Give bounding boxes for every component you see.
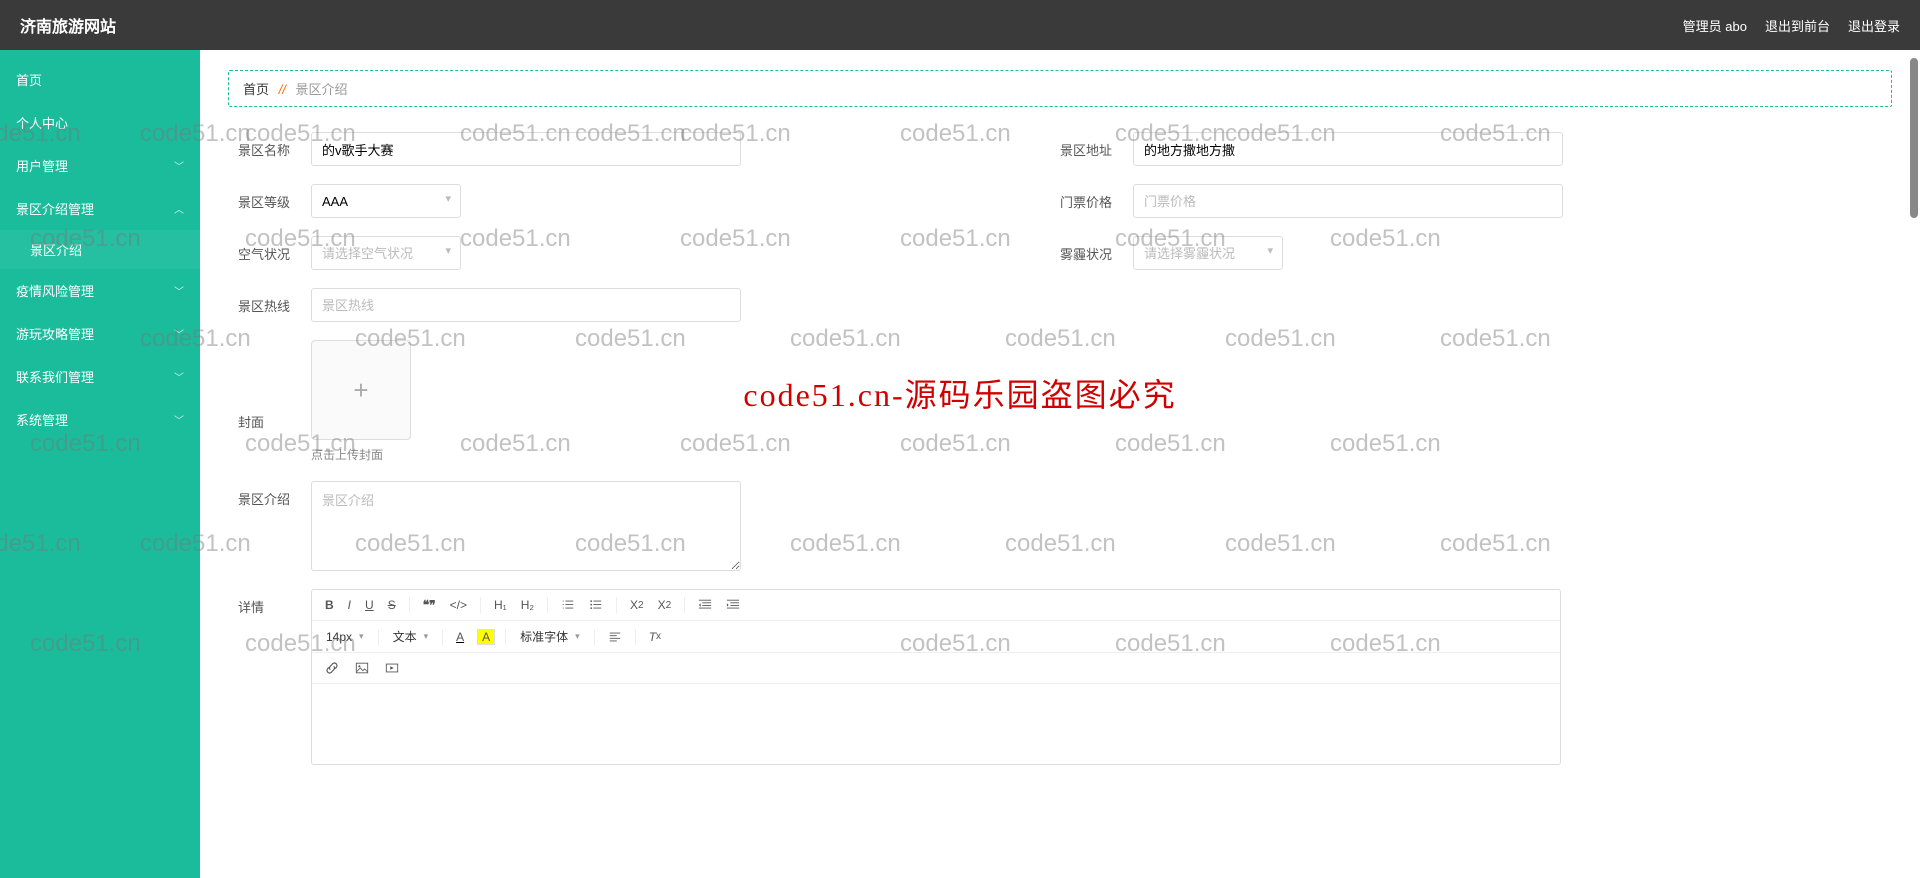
quote-button[interactable]: ❝❞ bbox=[420, 596, 439, 614]
sidebar-item-label: 用户管理 bbox=[16, 156, 68, 175]
sidebar-item-label: 景区介绍管理 bbox=[16, 199, 94, 218]
chevron-down-icon: ﹀ bbox=[174, 326, 184, 341]
indent-increase-button[interactable] bbox=[723, 596, 743, 614]
air-status-select[interactable] bbox=[311, 236, 461, 270]
image-button[interactable] bbox=[352, 659, 372, 677]
cover-upload-box[interactable]: + bbox=[311, 340, 411, 440]
page-scrollbar[interactable] bbox=[1908, 58, 1920, 878]
text-color-button[interactable]: A bbox=[453, 628, 467, 646]
breadcrumb: 首页 // 景区介绍 bbox=[228, 70, 1892, 107]
breadcrumb-current: 景区介绍 bbox=[296, 82, 348, 97]
haze-status-select[interactable] bbox=[1133, 236, 1283, 270]
font-family-select[interactable]: 标准字体 bbox=[516, 627, 584, 646]
sidebar-item-label: 个人中心 bbox=[16, 113, 68, 132]
underline-button[interactable]: U bbox=[362, 596, 377, 614]
sidebar-item-profile[interactable]: 个人中心 bbox=[0, 101, 200, 144]
label-scenic-address: 景区地址 bbox=[1060, 132, 1125, 159]
admin-label[interactable]: 管理员 abo bbox=[1683, 16, 1747, 35]
font-size-select[interactable]: 14px bbox=[322, 629, 368, 645]
italic-button[interactable]: I bbox=[345, 596, 354, 614]
bold-button[interactable]: B bbox=[322, 596, 337, 614]
label-scenic-level: 景区等级 bbox=[238, 184, 303, 211]
label-intro: 景区介绍 bbox=[238, 481, 303, 508]
sidebar-item-home[interactable]: 首页 bbox=[0, 58, 200, 101]
chevron-down-icon: ﹀ bbox=[174, 412, 184, 427]
sidebar-item-label: 联系我们管理 bbox=[16, 367, 94, 386]
sidebar-item-label: 首页 bbox=[16, 70, 42, 89]
sidebar-sub-scenic-intro[interactable]: 景区介绍 bbox=[0, 230, 200, 269]
editor-toolbar: B I U S ❝❞ </> bbox=[312, 590, 1560, 621]
block-format-select[interactable]: 文本 bbox=[389, 627, 433, 646]
sidebar-sub-label: 景区介绍 bbox=[30, 243, 82, 258]
video-button[interactable] bbox=[382, 659, 402, 677]
label-air-status: 空气状况 bbox=[238, 236, 303, 263]
intro-textarea[interactable] bbox=[311, 481, 741, 571]
scenic-level-select[interactable] bbox=[311, 184, 461, 218]
chevron-down-icon: ﹀ bbox=[174, 158, 184, 173]
editor-toolbar-2: 14px 文本 A A 标准字体 bbox=[312, 621, 1560, 653]
editor-toolbar-3 bbox=[312, 653, 1560, 684]
back-to-front-button[interactable]: 退出到前台 bbox=[1765, 16, 1830, 35]
chevron-down-icon: ﹀ bbox=[174, 369, 184, 384]
strike-button[interactable]: S bbox=[385, 596, 399, 614]
sidebar-item-users[interactable]: 用户管理 ﹀ bbox=[0, 144, 200, 187]
sidebar-item-contact[interactable]: 联系我们管理 ﹀ bbox=[0, 355, 200, 398]
main-content: 首页 // 景区介绍 景区名称 景区地址 景区等级 bbox=[200, 50, 1920, 878]
label-haze-status: 雾霾状况 bbox=[1060, 236, 1125, 263]
clear-format-button[interactable]: Tx bbox=[646, 628, 664, 646]
label-detail: 详情 bbox=[238, 589, 303, 616]
chevron-up-icon: ︿ bbox=[174, 201, 184, 216]
bg-color-button[interactable]: A bbox=[477, 629, 495, 645]
subscript-button[interactable]: X2 bbox=[627, 596, 647, 614]
breadcrumb-home[interactable]: 首页 bbox=[243, 82, 269, 97]
rich-text-editor: B I U S ❝❞ </> bbox=[311, 589, 1561, 765]
site-title: 济南旅游网站 bbox=[20, 13, 116, 37]
align-button[interactable] bbox=[605, 628, 625, 646]
label-hotline: 景区热线 bbox=[238, 288, 303, 315]
breadcrumb-sep: // bbox=[279, 82, 286, 97]
top-header: 济南旅游网站 管理员 abo 退出到前台 退出登录 bbox=[0, 0, 1920, 50]
cover-upload-hint: 点击上传封面 bbox=[311, 446, 411, 463]
indent-decrease-button[interactable] bbox=[695, 596, 715, 614]
ticket-price-input[interactable] bbox=[1133, 184, 1563, 218]
chevron-down-icon: ﹀ bbox=[174, 283, 184, 298]
sidebar-item-scenic[interactable]: 景区介绍管理 ︿ bbox=[0, 187, 200, 230]
label-cover: 封面 bbox=[238, 372, 303, 431]
sidebar-item-label: 疫情风险管理 bbox=[16, 281, 94, 300]
sidebar: 首页 个人中心 用户管理 ﹀ 景区介绍管理 ︿ 景区介绍 疫情风险管理 ﹀ 游玩… bbox=[0, 50, 200, 878]
bullet-list-button[interactable] bbox=[586, 596, 606, 614]
editor-content[interactable] bbox=[312, 684, 1560, 764]
label-ticket-price: 门票价格 bbox=[1060, 184, 1125, 211]
label-scenic-name: 景区名称 bbox=[238, 132, 303, 159]
link-button[interactable] bbox=[322, 659, 342, 677]
scenic-address-input[interactable] bbox=[1133, 132, 1563, 166]
scenic-name-input[interactable] bbox=[311, 132, 741, 166]
sidebar-item-label: 系统管理 bbox=[16, 410, 68, 429]
logout-button[interactable]: 退出登录 bbox=[1848, 16, 1900, 35]
ordered-list-button[interactable] bbox=[558, 596, 578, 614]
form-body: 景区名称 景区地址 景区等级 门票价格 bbox=[228, 107, 1892, 808]
scrollbar-thumb[interactable] bbox=[1910, 58, 1918, 218]
sidebar-item-guide[interactable]: 游玩攻略管理 ﹀ bbox=[0, 312, 200, 355]
h1-button[interactable]: H₁ bbox=[491, 596, 510, 614]
sidebar-item-epidemic[interactable]: 疫情风险管理 ﹀ bbox=[0, 269, 200, 312]
code-button[interactable]: </> bbox=[447, 596, 470, 614]
plus-icon: + bbox=[353, 375, 368, 406]
header-right: 管理员 abo 退出到前台 退出登录 bbox=[1683, 16, 1900, 35]
sidebar-item-system[interactable]: 系统管理 ﹀ bbox=[0, 398, 200, 441]
superscript-button[interactable]: X2 bbox=[655, 596, 675, 614]
h2-button[interactable]: H₂ bbox=[518, 596, 537, 614]
sidebar-item-label: 游玩攻略管理 bbox=[16, 324, 94, 343]
hotline-input[interactable] bbox=[311, 288, 741, 322]
